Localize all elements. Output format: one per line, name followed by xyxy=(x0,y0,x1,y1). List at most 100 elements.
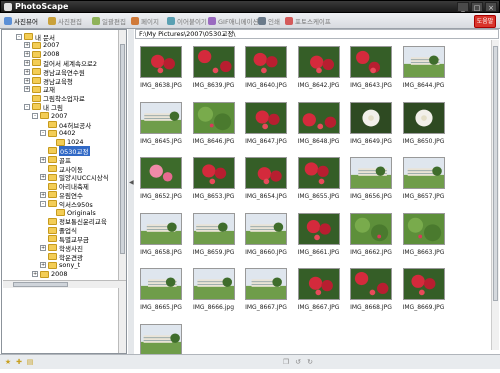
thumbnail-item[interactable]: IMG_8649.JPG xyxy=(345,96,397,151)
expand-icon[interactable]: + xyxy=(24,86,30,93)
photo-thumbnail[interactable] xyxy=(297,268,340,300)
photo-thumbnail[interactable] xyxy=(140,46,182,78)
thumbnail-item[interactable]: IMG_8638.JPG xyxy=(135,40,187,95)
photo-thumbnail[interactable] xyxy=(192,101,235,134)
photo-thumbnail[interactable] xyxy=(245,157,287,189)
tab-2[interactable]: 일괄편집 xyxy=(92,15,126,27)
thumbnail-item[interactable]: IMG_8668.JPG xyxy=(345,262,397,317)
collapse-icon[interactable]: - xyxy=(40,200,46,207)
rotate-right-icon[interactable]: ↻ xyxy=(306,358,314,366)
expand-icon[interactable]: + xyxy=(24,42,30,49)
thumbnail-item[interactable]: IMG_8665.JPG xyxy=(135,262,187,317)
rotate-left-icon[interactable]: ↺ xyxy=(294,358,302,366)
thumbnail-item[interactable]: IMG_8643.JPG xyxy=(345,40,397,95)
collapse-icon[interactable]: - xyxy=(24,103,30,110)
thumbnail-scrollbar[interactable] xyxy=(491,40,499,350)
photo-thumbnail[interactable] xyxy=(140,212,182,245)
expand-icon[interactable]: + xyxy=(24,77,30,84)
thumbnail-item[interactable]: IMG_8660.JPG xyxy=(240,207,292,262)
tab-3[interactable]: 페이지 xyxy=(131,15,159,27)
thumbnail-item[interactable]: IMG_8663.JPG xyxy=(398,207,450,262)
photo-thumbnail[interactable] xyxy=(245,101,287,134)
thumbnail-item[interactable]: IMG_8654.JPG xyxy=(240,151,292,206)
thumbnail-item[interactable]: IMG_8659.JPG xyxy=(188,207,240,262)
thumbnail-item[interactable]: IMG_8644.JPG xyxy=(398,40,450,95)
tab-1[interactable]: 사진편집 xyxy=(48,15,82,27)
tree-item[interactable]: +2008 xyxy=(32,270,68,279)
thumbnail-item[interactable]: IMG_8639.JPG xyxy=(188,40,240,95)
add-folder-icon[interactable]: ✚ xyxy=(15,358,23,366)
thumbnail-item[interactable]: IMG_8666.jpg xyxy=(188,262,240,317)
minimize-button[interactable]: _ xyxy=(457,2,469,12)
photo-thumbnail[interactable] xyxy=(350,157,392,189)
help-button[interactable]: 도움말 xyxy=(474,15,496,28)
photo-thumbnail[interactable] xyxy=(140,101,182,134)
thumbnail-item[interactable]: IMG_8669.JPG xyxy=(398,262,450,317)
photo-thumbnail[interactable] xyxy=(140,157,182,189)
collapse-icon[interactable]: - xyxy=(40,130,46,137)
photo-thumbnail[interactable] xyxy=(350,212,392,245)
thumbnail-scroll-thumb[interactable] xyxy=(493,46,498,301)
collapse-icon[interactable]: - xyxy=(16,33,22,40)
favorite-star-icon[interactable]: ★ xyxy=(4,358,12,366)
thumbnail-item[interactable]: IMG_8652.JPG xyxy=(135,151,187,206)
photo-thumbnail[interactable] xyxy=(140,323,182,356)
thumbnail-item[interactable]: IMG_8658.JPG xyxy=(135,207,187,262)
tab-4[interactable]: 이어붙이기 xyxy=(167,15,207,27)
expand-icon[interactable]: + xyxy=(40,191,46,198)
thumbnail-item[interactable]: IMG_8656.JPG xyxy=(345,151,397,206)
tree-item[interactable]: -내 문서 xyxy=(16,32,55,42)
tree-item[interactable]: - 0402 xyxy=(40,129,76,138)
photo-thumbnail[interactable] xyxy=(297,101,340,134)
photo-thumbnail[interactable] xyxy=(350,101,392,134)
tree-item[interactable]: - 익서스950s xyxy=(40,199,93,209)
photo-thumbnail[interactable] xyxy=(297,212,340,245)
photo-thumbnail[interactable] xyxy=(350,268,392,300)
thumbnail-item[interactable]: IMG_8667.JPG xyxy=(240,262,292,317)
tree-item[interactable]: 학운견광 xyxy=(40,252,83,262)
photo-thumbnail[interactable] xyxy=(297,157,340,189)
thumbnail-item[interactable]: IMG_8640.JPG xyxy=(240,40,292,95)
expand-icon[interactable]: + xyxy=(40,244,46,251)
expand-icon[interactable]: + xyxy=(32,271,38,278)
photo-thumbnail[interactable] xyxy=(140,268,182,300)
thumbnail-item[interactable]: IMG_8642.JPG xyxy=(293,40,345,95)
thumbnail-item[interactable]: IMG_8647.JPG xyxy=(240,96,292,151)
thumbnail-item[interactable]: IMG_8667.JPG xyxy=(293,262,345,317)
tree-item[interactable]: +2007 xyxy=(24,41,60,50)
expand-icon[interactable]: + xyxy=(24,51,30,58)
thumbnail-item[interactable]: IMG_8657.JPG xyxy=(398,151,450,206)
tab-7[interactable]: 포토스케이프 xyxy=(285,15,331,27)
photo-thumbnail[interactable] xyxy=(402,46,445,78)
expand-icon[interactable]: + xyxy=(24,68,30,75)
pane-splitter[interactable]: ◀ xyxy=(128,29,134,354)
tree-item[interactable]: -내 그림 xyxy=(24,102,63,112)
thumbnail-item[interactable]: IMG_8645.JPG xyxy=(135,96,187,151)
thumbnail-item[interactable]: IMG_8650.JPG xyxy=(398,96,450,151)
thumbnail-item[interactable]: IMG_8648.JPG xyxy=(293,96,345,151)
tree-hscroll-thumb[interactable] xyxy=(13,282,68,287)
open-folder-icon[interactable]: ▤ xyxy=(26,358,34,366)
thumbnail-item[interactable]: IMG_8662.JPG xyxy=(345,207,397,262)
thumbnail-item[interactable]: IMG_8653.JPG xyxy=(188,151,240,206)
photo-thumbnail[interactable] xyxy=(192,268,235,300)
tab-5[interactable]: GIF애니메이션 xyxy=(208,15,259,27)
photo-thumbnail[interactable] xyxy=(402,101,445,134)
photo-thumbnail[interactable] xyxy=(402,157,445,189)
photo-thumbnail[interactable] xyxy=(192,46,235,78)
expand-icon[interactable]: + xyxy=(40,262,46,269)
photo-thumbnail[interactable] xyxy=(245,212,287,245)
thumbnail-item[interactable]: IMG_8646.JPG xyxy=(188,96,240,151)
tab-0[interactable]: 사진뷰어 xyxy=(4,15,38,27)
maximize-button[interactable]: □ xyxy=(471,2,483,12)
tree-scroll-thumb[interactable] xyxy=(120,44,125,254)
thumbnail-item[interactable]: IMG_8655.JPG xyxy=(293,151,345,206)
tree-horizontal-scrollbar[interactable] xyxy=(3,280,126,288)
thumbnail-item[interactable]: IMG_8661.JPG xyxy=(293,207,345,262)
expand-icon[interactable]: + xyxy=(40,156,46,163)
copy-icon[interactable]: ❐ xyxy=(282,358,290,366)
photo-thumbnail[interactable] xyxy=(192,157,235,189)
photo-thumbnail[interactable] xyxy=(402,268,445,300)
photo-thumbnail[interactable] xyxy=(192,212,235,245)
expand-icon[interactable]: + xyxy=(24,59,30,66)
